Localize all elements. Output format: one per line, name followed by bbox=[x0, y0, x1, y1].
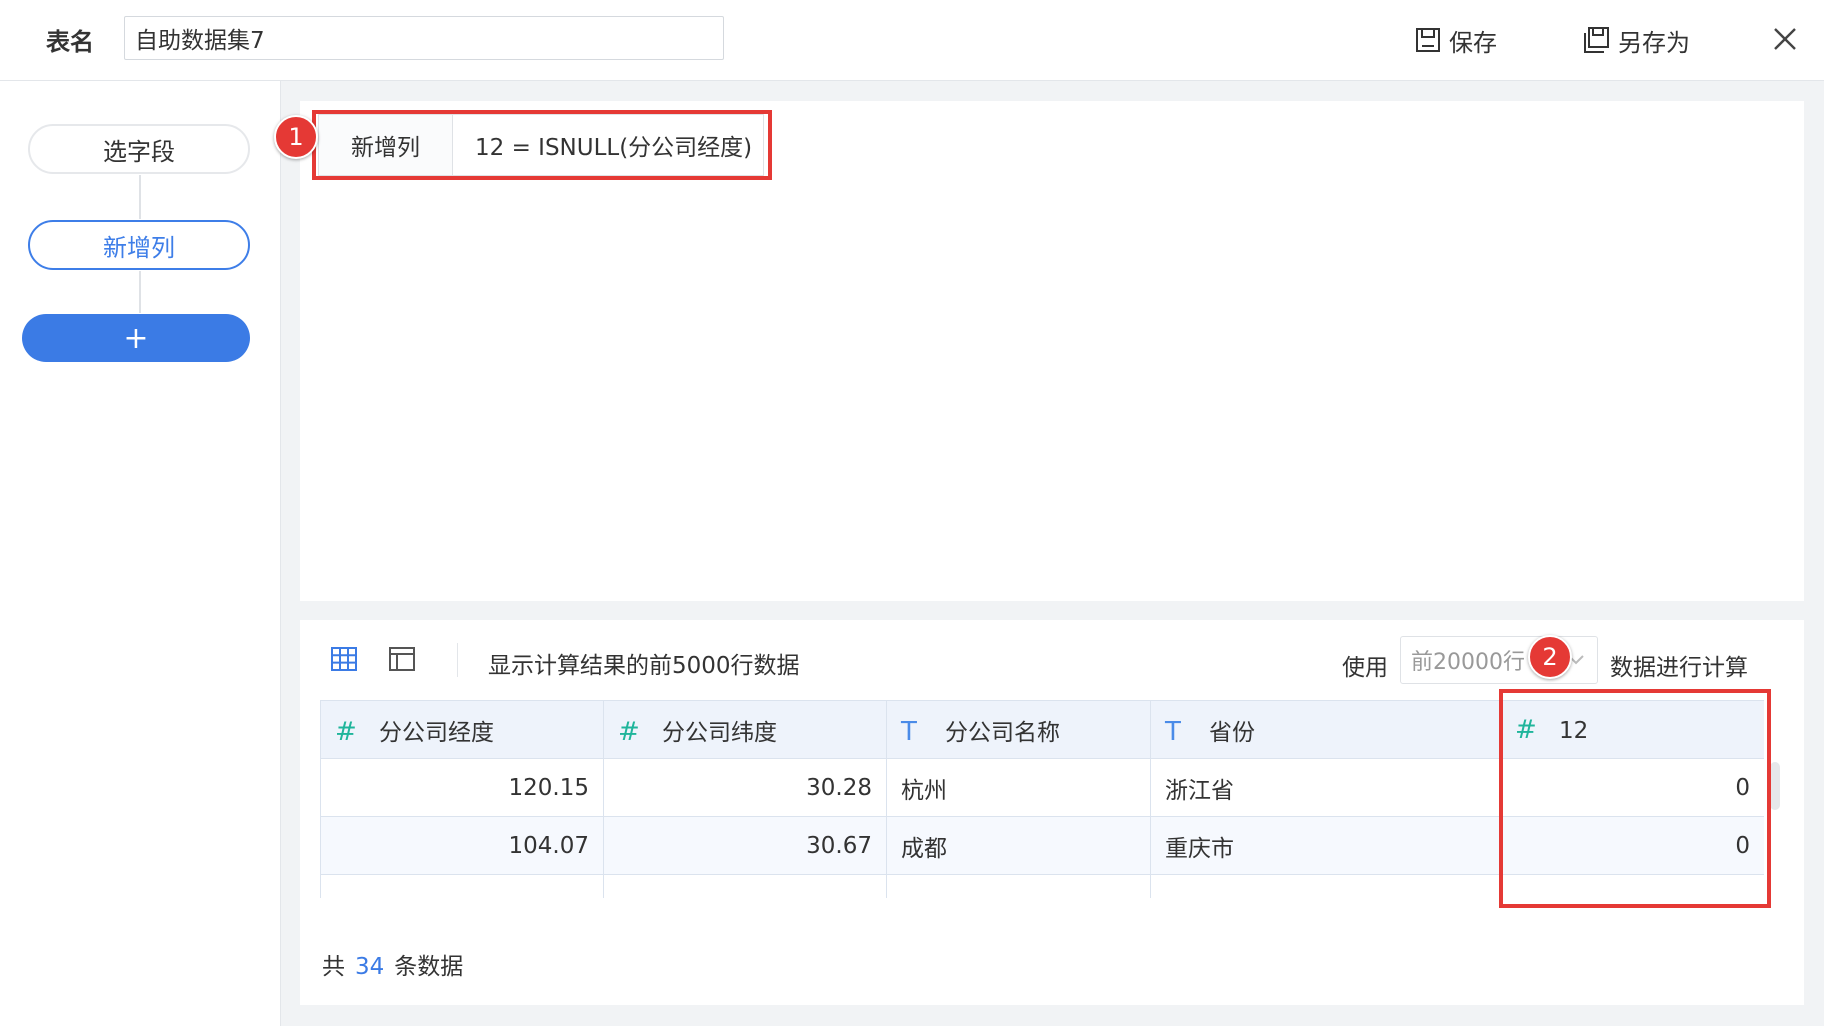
total-prefix: 共 bbox=[322, 954, 345, 980]
column-header[interactable]: # 分公司纬度 bbox=[603, 700, 887, 759]
annotation-highlight-column bbox=[1499, 689, 1771, 908]
column-header[interactable]: T 省份 bbox=[1150, 700, 1501, 759]
grid-view-icon[interactable] bbox=[330, 645, 358, 673]
close-icon[interactable] bbox=[1770, 24, 1800, 54]
save-as-label: 另存为 bbox=[1618, 28, 1690, 57]
step-connector bbox=[139, 271, 141, 313]
preview-note: 显示计算结果的前5000行数据 bbox=[488, 653, 800, 679]
table-cell: 120.15 bbox=[320, 758, 604, 817]
table-scrollbar[interactable] bbox=[1770, 762, 1780, 810]
layout-view-icon[interactable] bbox=[388, 645, 416, 673]
table-cell bbox=[320, 874, 604, 898]
column-header-label: 分公司经度 bbox=[379, 719, 494, 746]
toolbar-divider bbox=[457, 643, 458, 677]
row-limit-value: 前20000行 bbox=[1411, 650, 1525, 675]
total-count: 34 bbox=[355, 954, 385, 980]
column-header-label: 分公司名称 bbox=[945, 719, 1060, 746]
step-select-fields[interactable]: 选字段 bbox=[28, 124, 250, 174]
table-name-input[interactable] bbox=[124, 16, 724, 60]
step-connector bbox=[139, 175, 141, 219]
save-as-icon bbox=[1584, 27, 1609, 53]
save-button[interactable]: 保存 bbox=[1415, 20, 1497, 60]
total-count-line: 共 34 条数据 bbox=[322, 947, 463, 981]
annotation-highlight-formula bbox=[312, 110, 772, 180]
table-cell: 成都 bbox=[886, 816, 1151, 875]
column-header-label: 分公司纬度 bbox=[662, 719, 777, 746]
table-cell bbox=[603, 874, 887, 898]
calc-label: 数据进行计算 bbox=[1610, 655, 1748, 681]
text-type-icon: T bbox=[1165, 716, 1181, 747]
column-header[interactable]: # 分公司经度 bbox=[320, 700, 604, 759]
column-header-label: 省份 bbox=[1209, 719, 1255, 746]
table-name-label: 表名 bbox=[46, 28, 94, 56]
table-cell: 杭州 bbox=[886, 758, 1151, 817]
table-cell: 104.07 bbox=[320, 816, 604, 875]
total-suffix: 条数据 bbox=[394, 954, 464, 980]
add-step-button[interactable]: + bbox=[22, 314, 250, 362]
save-icon bbox=[1416, 28, 1440, 52]
annotation-badge: 2 bbox=[1528, 635, 1572, 679]
save-label: 保存 bbox=[1449, 28, 1497, 57]
save-as-button[interactable]: 另存为 bbox=[1582, 20, 1690, 60]
annotation-badge: 1 bbox=[274, 115, 318, 159]
number-type-icon: # bbox=[335, 716, 357, 747]
step-new-column[interactable]: 新增列 bbox=[28, 220, 250, 270]
table-cell: 30.28 bbox=[603, 758, 887, 817]
table-cell: 30.67 bbox=[603, 816, 887, 875]
column-header[interactable]: T 分公司名称 bbox=[886, 700, 1151, 759]
use-label: 使用 bbox=[1342, 655, 1388, 681]
table-cell bbox=[1150, 874, 1501, 898]
table-cell: 重庆市 bbox=[1150, 816, 1501, 875]
table-cell bbox=[886, 874, 1151, 898]
number-type-icon: # bbox=[618, 716, 640, 747]
text-type-icon: T bbox=[901, 716, 917, 747]
table-cell: 浙江省 bbox=[1150, 758, 1501, 817]
